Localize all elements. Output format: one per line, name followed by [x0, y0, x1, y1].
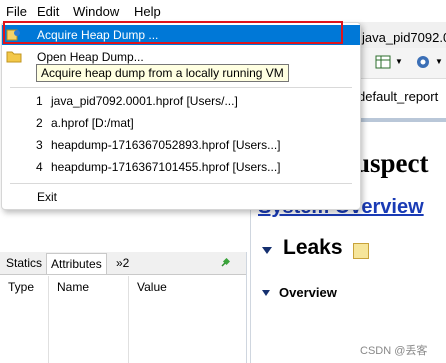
column-name[interactable]: Name: [57, 280, 89, 294]
folder-icon: [6, 51, 22, 63]
tab-overflow[interactable]: »2: [112, 253, 133, 273]
recent-file-label: java_pid7092.0001.hprof [Users/...]: [51, 94, 238, 108]
collapse-triangle-icon[interactable]: [262, 247, 272, 254]
recent-file-item[interactable]: 4 heapdump-1716367101455.hprof [Users...…: [2, 157, 360, 177]
column-type[interactable]: Type: [8, 280, 34, 294]
column-divider: [128, 276, 129, 363]
recent-file-item[interactable]: 3 heapdump-1716367052893.hprof [Users...…: [2, 135, 360, 155]
menu-separator: [10, 87, 352, 88]
recent-file-number: 4: [36, 160, 43, 174]
column-divider: [48, 276, 49, 363]
menu-separator: [10, 183, 352, 184]
leaks-heading: Leaks: [283, 236, 343, 259]
grid-icon[interactable]: [375, 54, 391, 70]
breadcrumb[interactable]: default_report: [358, 89, 438, 104]
menu-window[interactable]: Window: [73, 4, 119, 19]
menu-help[interactable]: Help: [134, 4, 161, 19]
tab-statics[interactable]: Statics: [2, 253, 46, 273]
recent-file-item[interactable]: 2 a.hprof [D:/mat]: [2, 113, 360, 133]
collapse-triangle-icon[interactable]: [262, 290, 270, 296]
exit-label: Exit: [37, 190, 58, 204]
menu-bar: File Edit Window Help: [0, 0, 446, 22]
open-heap-dump-label: Open Heap Dump...: [37, 50, 144, 64]
tooltip: Acquire heap dump from a locally running…: [36, 64, 289, 82]
exit-item[interactable]: Exit: [2, 187, 360, 207]
menu-edit[interactable]: Edit: [37, 4, 59, 19]
editor-tab-title[interactable]: java_pid7092.0...: [362, 30, 446, 45]
chevron-down-icon[interactable]: ▼: [435, 57, 443, 66]
report-icon[interactable]: [353, 243, 369, 259]
recent-file-label: a.hprof [D:/mat]: [51, 116, 134, 130]
recent-file-number: 2: [36, 116, 43, 130]
menu-file[interactable]: File: [6, 4, 27, 19]
recent-file-number: 1: [36, 94, 43, 108]
file-menu-dropdown: Acquire Heap Dump ... Open Heap Dump... …: [1, 22, 361, 210]
annotation-highlight-box: [3, 21, 343, 44]
column-value[interactable]: Value: [137, 280, 167, 294]
watermark: CSDN @丢客: [360, 345, 428, 357]
tab-attributes[interactable]: Attributes: [46, 253, 107, 274]
overview-heading: Overview: [279, 285, 337, 300]
recent-file-item[interactable]: 1 java_pid7092.0001.hprof [Users/...]: [2, 91, 360, 111]
gear-icon[interactable]: [415, 54, 431, 70]
recent-file-label: heapdump-1716367101455.hprof [Users...]: [51, 160, 281, 174]
recent-file-label: heapdump-1716367052893.hprof [Users...]: [51, 138, 281, 152]
recent-file-number: 3: [36, 138, 43, 152]
pin-icon[interactable]: [220, 258, 230, 268]
page-title: uspect: [355, 148, 429, 178]
chevron-down-icon[interactable]: ▼: [395, 57, 403, 66]
